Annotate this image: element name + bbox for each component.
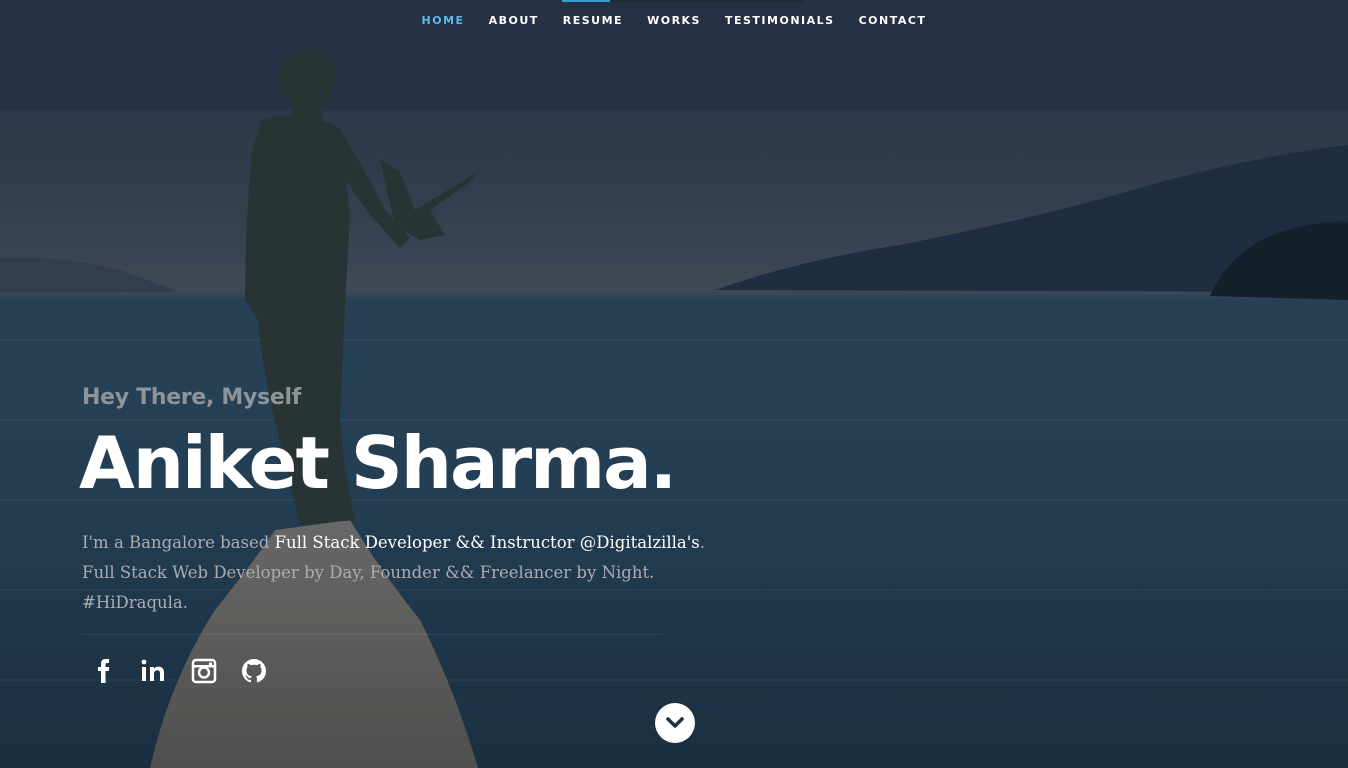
github-link[interactable] (240, 657, 268, 685)
instagram-icon (191, 658, 217, 684)
divider (82, 634, 662, 635)
banner-description: I'm a Bangalore based Full Stack Develop… (82, 528, 732, 618)
desc-prefix: I'm a Bangalore based (82, 533, 275, 552)
hero-section: HOME ABOUT RESUME WORKS TESTIMONIALS CON… (0, 0, 1348, 768)
social-links (90, 657, 742, 685)
nav-testimonials[interactable]: TESTIMONIALS (713, 13, 847, 29)
chevron-down-icon (666, 717, 684, 728)
nav-about[interactable]: ABOUT (477, 13, 551, 29)
facebook-icon (98, 659, 110, 683)
nav-resume[interactable]: RESUME (551, 13, 635, 29)
facebook-link[interactable] (90, 657, 118, 685)
nav-home[interactable]: HOME (410, 13, 477, 29)
banner: Hey There, Myself Aniket Sharma. I'm a B… (79, 385, 742, 685)
desc-highlight: Full Stack Developer && Instructor @Digi… (274, 533, 700, 552)
nav-works[interactable]: WORKS (635, 13, 713, 29)
intro-text: Hey There, Myself (82, 385, 301, 410)
main-nav: HOME ABOUT RESUME WORKS TESTIMONIALS CON… (0, 13, 1348, 29)
github-icon (242, 659, 266, 683)
page-title: Aniket Sharma. (79, 421, 677, 505)
instagram-link[interactable] (190, 657, 218, 685)
scroll-progress-fill (562, 0, 611, 2)
nav-contact[interactable]: CONTACT (847, 13, 939, 29)
linkedin-icon (141, 659, 164, 681)
scroll-progress-bar (562, 0, 804, 2)
linkedin-link[interactable] (140, 657, 168, 685)
scroll-down-button[interactable] (655, 703, 695, 743)
